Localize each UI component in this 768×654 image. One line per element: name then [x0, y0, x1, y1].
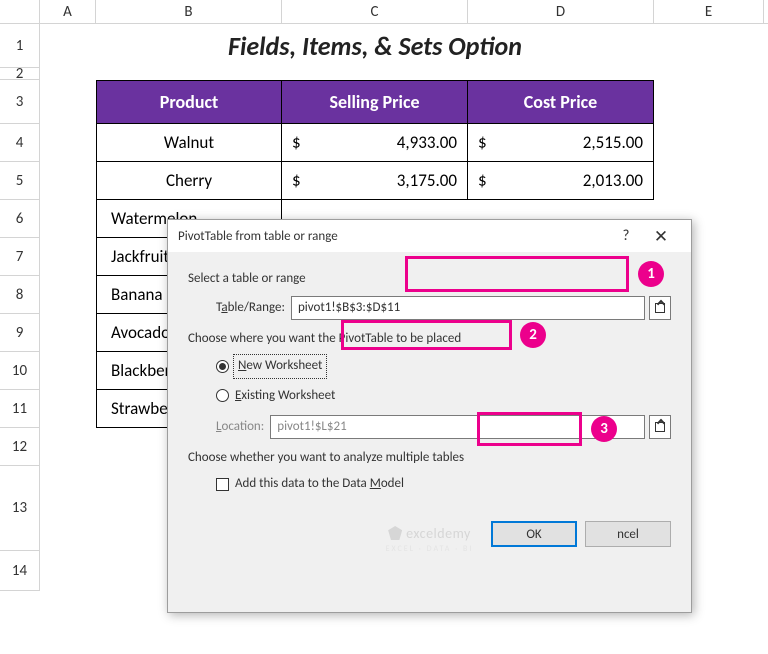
radio-existing-worksheet[interactable]: [216, 389, 229, 402]
table-row: Walnut $4,933.00 $2,515.00: [96, 124, 654, 162]
dialog-footer: OK ncel: [168, 511, 691, 563]
cell-selling[interactable]: $4,933.00: [282, 124, 468, 162]
table-header-row: Product Selling Price Cost Price: [96, 80, 654, 124]
datamodel-checkbox[interactable]: [216, 478, 229, 491]
ok-button[interactable]: OK: [491, 521, 577, 547]
dialog-close-button[interactable]: ✕: [641, 226, 681, 247]
row-header-10[interactable]: 10: [0, 352, 40, 390]
datamodel-row: Add this data to the Data Model: [216, 475, 671, 493]
cell-product[interactable]: Cherry: [96, 162, 282, 200]
dialog-title-text: PivotTable from table or range: [178, 229, 611, 244]
tablerange-input[interactable]: pivot1!$B$3:$D$11: [291, 296, 645, 320]
range-selector-icon: [655, 303, 665, 313]
row-header-5[interactable]: 5: [0, 162, 40, 200]
cell-selling[interactable]: $3,175.00: [282, 162, 468, 200]
row-header-6[interactable]: 6: [0, 200, 40, 238]
tablerange-label: Table/Range:: [216, 299, 285, 317]
cell-cost[interactable]: $2,013.00: [468, 162, 654, 200]
table-row: Cherry $3,175.00 $2,013.00: [96, 162, 654, 200]
callout-badge-3: 3: [591, 416, 617, 442]
row-header-4[interactable]: 4: [0, 124, 40, 162]
radio-existing-worksheet-label[interactable]: Existing Worksheet: [235, 387, 335, 405]
row-header-12[interactable]: 12: [0, 428, 40, 466]
dialog-help-button[interactable]: ?: [611, 227, 641, 245]
col-header-C[interactable]: C: [282, 0, 468, 23]
select-all-corner[interactable]: [0, 0, 40, 23]
row-header-11[interactable]: 11: [0, 390, 40, 428]
col-header-E[interactable]: E: [654, 0, 764, 23]
collapse-range-button[interactable]: [649, 296, 671, 320]
pivottable-dialog: PivotTable from table or range ? ✕ Selec…: [167, 219, 692, 613]
row-header-14[interactable]: 14: [0, 551, 40, 591]
row-header-3[interactable]: 3: [0, 80, 40, 124]
radio-existing-worksheet-row: Existing Worksheet: [216, 387, 671, 405]
callout-badge-2: 2: [520, 322, 546, 348]
th-cost[interactable]: Cost Price: [468, 80, 654, 124]
radio-new-worksheet-row: New Worksheet: [216, 356, 671, 376]
callout-badge-1: 1: [638, 261, 664, 287]
section-multiple-tables: Choose whether you want to analyze multi…: [188, 449, 671, 467]
col-header-A[interactable]: A: [40, 0, 96, 23]
row-header-col: 1 2 3 4 5 6 7 8 9 10 11 12 13 14: [0, 24, 40, 591]
row-header-2[interactable]: 2: [0, 68, 40, 80]
location-label: Location:: [216, 418, 264, 436]
row-header-8[interactable]: 8: [0, 276, 40, 314]
dialog-body: Select a table or range Table/Range: piv…: [168, 252, 691, 511]
th-product[interactable]: Product: [96, 80, 282, 124]
location-input[interactable]: pivot1!$L$21: [270, 415, 645, 439]
col-header-D[interactable]: D: [468, 0, 654, 23]
cancel-button[interactable]: ncel: [585, 521, 671, 547]
cell-cost[interactable]: $2,515.00: [468, 124, 654, 162]
collapse-location-button[interactable]: [649, 415, 671, 439]
cell-product[interactable]: Walnut: [96, 124, 282, 162]
row-header-7[interactable]: 7: [0, 238, 40, 276]
row-header-1[interactable]: 1: [0, 24, 40, 68]
section-select-range: Select a table or range: [188, 270, 671, 288]
radio-new-worksheet-label[interactable]: New Worksheet: [235, 356, 325, 376]
range-selector-icon: [655, 422, 665, 432]
datamodel-label[interactable]: Add this data to the Data Model: [235, 475, 404, 493]
col-header-B[interactable]: B: [96, 0, 282, 23]
page-title: Fields, Items, & Sets Option: [96, 24, 654, 68]
row-header-9[interactable]: 9: [0, 314, 40, 352]
tablerange-row: Table/Range: pivot1!$B$3:$D$11: [216, 296, 671, 320]
section-placement: Choose where you want the PivotTable to …: [188, 330, 671, 348]
radio-new-worksheet[interactable]: [216, 360, 229, 373]
th-selling[interactable]: Selling Price: [282, 80, 468, 124]
column-header-row: A B C D E: [0, 0, 768, 24]
dialog-titlebar[interactable]: PivotTable from table or range ? ✕: [168, 220, 691, 252]
row-header-13[interactable]: 13: [0, 466, 40, 551]
